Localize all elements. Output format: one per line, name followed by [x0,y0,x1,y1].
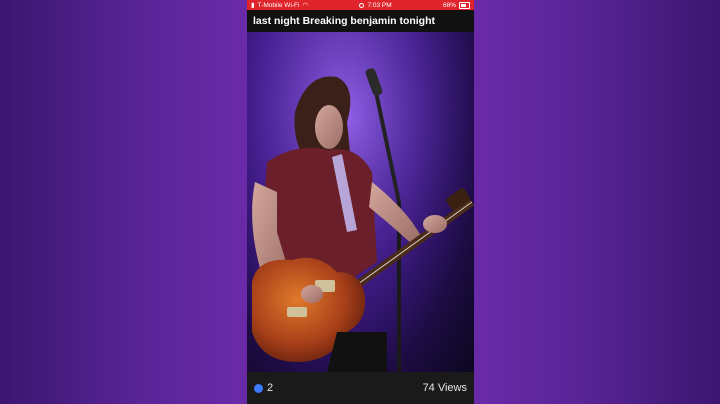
record-icon [359,2,365,8]
likes-count: 2 [267,382,274,394]
battery-percent: 68% [442,1,456,9]
status-time: 7:03 PM [367,1,392,9]
like-icon[interactable] [254,383,263,393]
status-right: 68% [442,1,470,9]
background-blur-left [0,0,247,404]
guitarist-image [247,32,474,372]
signal-icon: ▮ [251,2,255,9]
status-left: ▮ T-Mobile Wi-Fi ◠ [251,1,309,10]
wifi-icon: ◠ [302,2,309,9]
views-count: 74 Views [422,382,467,394]
post-caption: last night Breaking benjamin tonight [247,10,474,32]
phone-screen: ▮ T-Mobile Wi-Fi ◠ 7:03 PM 68% last nigh… [247,0,474,404]
carrier-label: T-Mobile Wi-Fi [257,1,300,9]
battery-icon [459,1,470,9]
status-center: 7:03 PM [359,1,392,9]
background-blur-right [474,0,720,404]
concert-video[interactable] [247,32,474,372]
likes-group[interactable]: 2 [254,382,273,394]
status-bar: ▮ T-Mobile Wi-Fi ◠ 7:03 PM 68% [247,0,474,10]
post-footer: 2 74 Views [247,372,474,404]
